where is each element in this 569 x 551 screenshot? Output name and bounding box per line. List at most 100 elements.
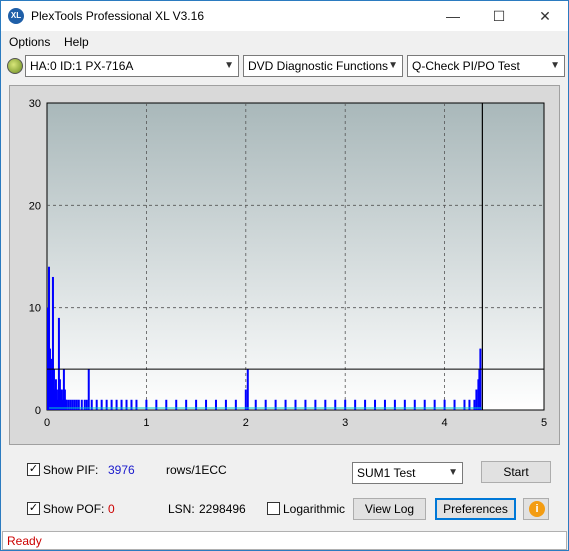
- view-log-button[interactable]: View Log: [353, 498, 426, 520]
- show-pif-label: Show PIF:: [43, 463, 99, 477]
- drive-select[interactable]: HA:0 ID:1 PX-716A ▼: [25, 55, 239, 77]
- pif-value: 3976: [108, 463, 135, 477]
- show-pof-checkbox[interactable]: ✓: [27, 502, 40, 515]
- pif-bar: [463, 399, 466, 410]
- info-icon: i: [529, 501, 545, 517]
- show-pof-label: Show POF:: [43, 502, 105, 516]
- info-button[interactable]: i: [523, 498, 549, 520]
- pif-bar: [120, 399, 123, 410]
- pif-bar: [80, 399, 83, 410]
- pif-bar: [214, 399, 217, 410]
- pif-bar: [83, 399, 86, 410]
- status-bar: Ready: [2, 531, 567, 550]
- pif-bar: [264, 399, 267, 410]
- x-tick-label: 4: [442, 417, 448, 429]
- pif-bar: [110, 399, 113, 410]
- start-button[interactable]: Start: [481, 461, 551, 483]
- function-select-value: DVD Diagnostic Functions: [248, 59, 389, 73]
- menu-bar: Options Help: [1, 31, 568, 53]
- pif-bar: [135, 399, 138, 410]
- window-title: PlexTools Professional XL V3.16: [31, 9, 204, 23]
- pif-bar: [403, 399, 406, 410]
- chevron-down-icon: ▼: [388, 60, 398, 71]
- pif-bar: [115, 399, 118, 410]
- test-select-value: Q-Check PI/PO Test: [412, 59, 520, 73]
- pif-bar: [304, 399, 307, 410]
- x-tick-label: 5: [541, 417, 547, 429]
- test-select[interactable]: Q-Check PI/PO Test ▼: [407, 55, 565, 77]
- pif-bar: [234, 399, 237, 410]
- pif-bar: [87, 369, 90, 410]
- logarithmic-label: Logarithmic: [283, 502, 346, 516]
- pif-bar: [65, 399, 68, 410]
- pof-value: 0: [108, 502, 115, 516]
- pif-bar: [244, 389, 247, 410]
- drive-icon: [7, 58, 23, 74]
- pif-bar: [145, 399, 148, 410]
- preferences-button[interactable]: Preferences: [435, 498, 516, 520]
- pif-bar: [374, 399, 377, 410]
- minimize-button[interactable]: —: [430, 1, 476, 31]
- pif-bar: [254, 399, 257, 410]
- pif-bar: [71, 399, 74, 410]
- pif-bar: [224, 399, 227, 410]
- pif-bar: [364, 399, 367, 410]
- drive-select-value: HA:0 ID:1 PX-716A: [30, 59, 134, 73]
- x-tick-label: 1: [143, 417, 149, 429]
- maximize-button[interactable]: ☐: [476, 1, 522, 31]
- sum-test-select-value: SUM1 Test: [357, 466, 416, 480]
- pif-bar: [433, 399, 436, 410]
- x-tick-label: 0: [44, 417, 50, 429]
- pif-bar: [284, 399, 287, 410]
- pif-bar: [344, 399, 347, 410]
- y-tick-label: 10: [29, 303, 41, 315]
- pif-bar: [105, 399, 108, 410]
- menu-options[interactable]: Options: [9, 35, 50, 49]
- sum-test-select[interactable]: SUM1 Test ▼: [352, 462, 463, 484]
- pif-bar: [453, 399, 456, 410]
- chevron-down-icon: ▼: [550, 60, 560, 71]
- pif-bar: [334, 399, 337, 410]
- menu-help[interactable]: Help: [64, 35, 89, 49]
- lsn-label: LSN:: [168, 502, 195, 516]
- show-pif-checkbox[interactable]: ✓: [27, 463, 40, 476]
- pif-bar: [246, 369, 249, 410]
- pif-bar: [354, 399, 357, 410]
- controls-panel: ✓ Show PIF: 3976 rows/1ECC ✓ Show POF: 0…: [9, 451, 560, 527]
- close-button[interactable]: ✕: [522, 1, 568, 31]
- chart-panel: 0 1 2 3 4 5 0 10 20 30: [9, 85, 560, 445]
- pif-bar: [185, 399, 188, 410]
- pif-bar: [274, 399, 277, 410]
- pif-bar: [205, 399, 208, 410]
- y-tick-label: 0: [35, 405, 41, 417]
- app-logo-icon: XL: [8, 8, 24, 24]
- x-tick-label: 2: [243, 417, 249, 429]
- pif-bar: [155, 399, 158, 410]
- lsn-value: 2298496: [199, 502, 246, 516]
- pif-bar: [443, 399, 446, 410]
- pif-bar: [475, 389, 478, 410]
- pi-po-chart: 0 1 2 3 4 5 0 10 20 30: [29, 98, 547, 429]
- status-text: Ready: [7, 534, 42, 548]
- y-tick-label: 30: [29, 98, 41, 110]
- logarithmic-checkbox[interactable]: [267, 502, 280, 515]
- x-tick-label: 3: [342, 417, 348, 429]
- plot-area: [46, 102, 545, 411]
- pif-bar: [479, 348, 482, 410]
- pif-bar: [165, 399, 168, 410]
- title-bar: XL PlexTools Professional XL V3.16 — ☐ ✕: [1, 1, 568, 31]
- pif-bar: [130, 399, 133, 410]
- y-tick-label: 20: [29, 200, 41, 212]
- app-window: XL PlexTools Professional XL V3.16 — ☐ ✕…: [0, 0, 569, 551]
- pif-bar: [73, 399, 76, 410]
- pif-bar: [175, 399, 178, 410]
- pif-bar: [77, 399, 80, 410]
- pif-bar: [195, 399, 198, 410]
- pif-unit: rows/1ECC: [166, 463, 227, 477]
- pif-bar: [67, 399, 70, 410]
- toolbar: HA:0 ID:1 PX-716A ▼ DVD Diagnostic Funct…: [1, 53, 568, 81]
- chevron-down-icon: ▼: [224, 60, 234, 71]
- pif-bar: [393, 399, 396, 410]
- pif-bar: [324, 399, 327, 410]
- function-select[interactable]: DVD Diagnostic Functions ▼: [243, 55, 403, 77]
